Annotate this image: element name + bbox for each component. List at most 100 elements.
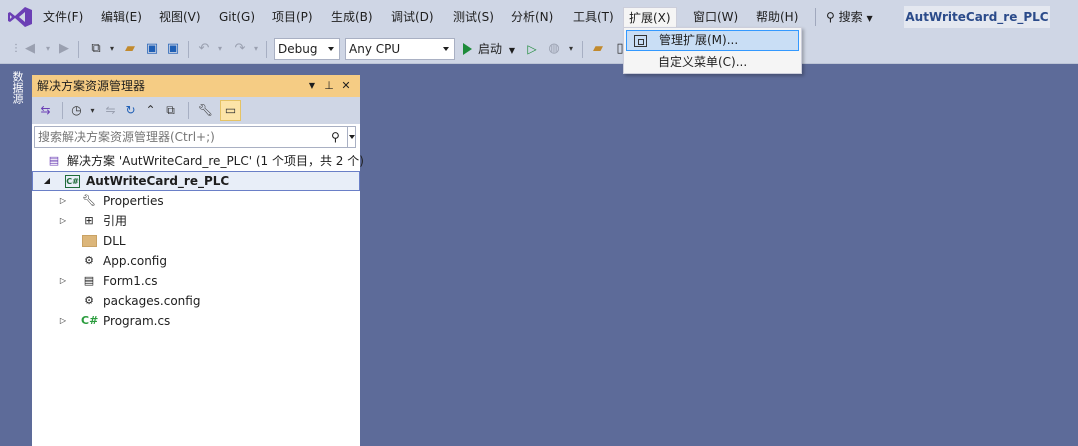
tree-node-references[interactable]: ▷ ⊞ 引用 <box>32 211 360 231</box>
toolbar-separator <box>582 41 583 58</box>
menu-analyze[interactable]: 分析(N) <box>506 7 558 27</box>
menu-bar: 文件(F) 编辑(E) 视图(V) Git(G) 项目(P) 生成(B) 调试(… <box>0 0 1078 34</box>
toolbar-separator <box>266 41 267 58</box>
menu-tools[interactable]: 工具(T) <box>568 7 619 27</box>
menu-help[interactable]: 帮助(H) <box>751 7 803 27</box>
side-tool-strip: 数据源 <box>0 65 30 446</box>
pending-changes-dropdown-icon[interactable]: ▾ <box>84 102 101 119</box>
pending-changes-icon[interactable]: ◷ <box>68 102 85 119</box>
show-all-files-icon[interactable]: ⧉ <box>162 102 179 119</box>
tree-node-label: DLL <box>103 234 126 248</box>
chevron-down-icon <box>443 47 449 51</box>
open-folder-icon[interactable]: ▰ <box>122 41 138 57</box>
tree-node-label: AutWriteCard_re_PLC <box>86 174 230 188</box>
platform-value: Any CPU <box>349 42 401 56</box>
solution-search-box: ⚲ <box>34 126 356 148</box>
wrench-icon: 🔧︎ <box>82 194 96 207</box>
expanded-arrow-icon[interactable]: ◢ <box>42 172 52 192</box>
menu-test[interactable]: 测试(S) <box>448 7 499 27</box>
collapsed-arrow-icon[interactable]: ▷ <box>58 211 68 231</box>
redo-icon[interactable]: ↷ <box>232 41 248 57</box>
start-label: 启动 <box>478 42 503 56</box>
menu-separator <box>815 8 816 26</box>
tree-node-project[interactable]: ◢ C# AutWriteCard_re_PLC <box>32 171 360 191</box>
undo-icon[interactable]: ↶ <box>196 41 212 57</box>
panel-title-bar: 解决方案资源管理器 ▼ ⊥ ✕ <box>32 75 360 97</box>
sync-icon[interactable]: ⇋ <box>102 102 119 119</box>
folder-icon <box>82 235 97 247</box>
preview-toggle-button[interactable]: ▭ <box>220 100 241 121</box>
start-button[interactable]: 启动 ▼ <box>463 38 515 60</box>
manage-extensions-icon <box>634 35 647 47</box>
tree-node-program[interactable]: ▷ C# Program.cs <box>32 311 360 331</box>
panel-menu-chevron-icon[interactable]: ▼ <box>305 75 319 97</box>
undo-dropdown-icon[interactable]: ▾ <box>212 41 228 57</box>
menu-project[interactable]: 项目(P) <box>267 7 318 27</box>
back-icon[interactable]: ◀ <box>22 41 38 57</box>
config-file-icon: ⚙ <box>84 294 94 307</box>
data-sources-tab[interactable]: 数据源 <box>9 71 24 104</box>
new-project-dropdown-icon[interactable]: ▾ <box>104 41 120 57</box>
menu-edit[interactable]: 编辑(E) <box>96 7 147 27</box>
tree-node-app-config[interactable]: ⚙ App.config <box>32 251 360 271</box>
hot-reload-dropdown-icon[interactable]: ▾ <box>563 41 579 57</box>
chevron-down-icon <box>328 47 334 51</box>
search-menu[interactable]: ⚲ 搜索 ▼ <box>826 7 873 27</box>
save-icon[interactable]: ▣ <box>144 41 160 57</box>
back-dropdown-icon[interactable]: ▾ <box>40 41 56 57</box>
collapsed-arrow-icon[interactable]: ▷ <box>58 311 68 331</box>
configuration-value: Debug <box>278 42 318 56</box>
tree-node-label: Program.cs <box>103 314 171 328</box>
menu-git[interactable]: Git(G) <box>214 7 260 27</box>
menu-view[interactable]: 视图(V) <box>154 7 206 27</box>
menu-window[interactable]: 窗口(W) <box>688 7 743 27</box>
close-icon[interactable]: ✕ <box>339 75 353 97</box>
search-icon[interactable]: ⚲ <box>331 129 345 145</box>
save-all-icon[interactable]: ▣ <box>165 41 181 57</box>
search-options-dropdown[interactable] <box>347 127 356 147</box>
tree-node-form1[interactable]: ▷ ▤ Form1.cs <box>32 271 360 291</box>
menu-item-manage-extensions[interactable]: 管理扩展(M)... <box>626 30 799 51</box>
csharp-file-icon: C# <box>81 314 99 327</box>
configuration-select[interactable]: Debug <box>274 38 340 60</box>
tree-node-solution[interactable]: ▤ 解决方案 'AutWriteCard_re_PLC' (1 个项目，共 2 … <box>32 151 364 171</box>
properties-wrench-icon[interactable]: 🔧︎ <box>197 102 214 119</box>
menu-debug[interactable]: 调试(D) <box>386 7 439 27</box>
toolbar-separator <box>62 102 63 119</box>
menu-item-customize-menu[interactable]: 自定义菜单(C)... <box>626 52 799 73</box>
visual-studio-logo-icon[interactable] <box>7 6 33 28</box>
references-icon: ⊞ <box>84 214 94 227</box>
panel-title: 解决方案资源管理器 <box>37 79 146 93</box>
solution-title-badge[interactable]: AutWriteCard_re_PLC <box>904 6 1050 28</box>
toolbar-separator <box>188 41 189 58</box>
tree-node-dll[interactable]: DLL <box>32 231 360 251</box>
forward-icon[interactable]: ▶ <box>56 41 72 57</box>
collapse-all-icon[interactable]: ⌃ <box>142 102 159 119</box>
redo-dropdown-icon[interactable]: ▾ <box>248 41 264 57</box>
toolbar-separator <box>188 102 189 119</box>
toolbar-separator <box>78 41 79 58</box>
solution-icon: ▤ <box>48 154 60 167</box>
chevron-down-icon: ▼ <box>508 46 515 55</box>
solution-search-input[interactable] <box>38 127 323 147</box>
collapsed-arrow-icon[interactable]: ▷ <box>58 191 68 211</box>
menu-build[interactable]: 生成(B) <box>326 7 378 27</box>
menu-extensions[interactable]: 扩展(X) <box>623 7 677 28</box>
refresh-icon[interactable]: ↻ <box>122 102 139 119</box>
start-without-debugging-icon[interactable]: ▷ <box>524 41 540 57</box>
solution-explorer-panel: 解决方案资源管理器 ▼ ⊥ ✕ ⇆ ◷ ▾ ⇋ ↻ ⌃ ⧉ 🔧︎ ▭ ⚲ ▤ 解… <box>32 75 364 446</box>
pin-icon[interactable]: ⊥ <box>322 75 336 97</box>
menu-file[interactable]: 文件(F) <box>38 7 88 27</box>
tree-node-label: Form1.cs <box>103 274 158 288</box>
collapsed-arrow-icon[interactable]: ▷ <box>58 271 68 291</box>
tree-node-packages-config[interactable]: ⚙ packages.config <box>32 291 360 311</box>
hot-reload-icon[interactable]: ◍ <box>546 41 562 57</box>
switch-views-icon[interactable]: ⇆ <box>37 102 54 119</box>
config-file-icon: ⚙ <box>84 254 94 267</box>
tree-node-properties[interactable]: ▷ 🔧︎ Properties <box>32 191 360 211</box>
folder-browse-icon[interactable]: ▰ <box>590 41 606 57</box>
tree-node-label: 解决方案 'AutWriteCard_re_PLC' (1 个项目，共 2 个) <box>67 154 364 168</box>
platform-select[interactable]: Any CPU <box>345 38 455 60</box>
new-project-icon[interactable]: ⧉ <box>88 41 104 57</box>
menu-item-label: 管理扩展(M)... <box>659 33 739 47</box>
